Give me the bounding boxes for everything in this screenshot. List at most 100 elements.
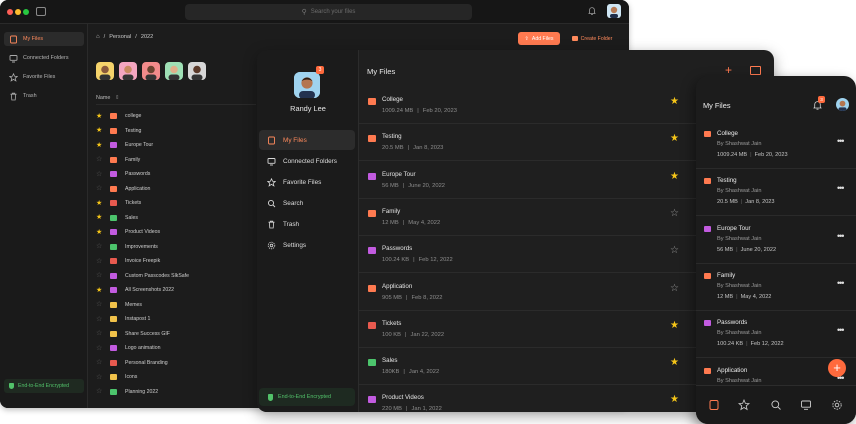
- more-options-icon[interactable]: •••: [837, 325, 845, 335]
- sidebar-item-my-files[interactable]: My Files: [259, 130, 355, 150]
- shared-user-avatar[interactable]: [96, 62, 114, 80]
- shared-user-avatar[interactable]: [142, 62, 160, 80]
- star-icon[interactable]: ★: [96, 200, 105, 207]
- star-icon[interactable]: ☆: [96, 258, 105, 265]
- nav-search-icon[interactable]: [770, 399, 782, 411]
- star-icon[interactable]: ☆: [96, 185, 105, 192]
- table-row[interactable]: ★ Europe Tour: [96, 138, 256, 152]
- shared-user-avatar[interactable]: [188, 62, 206, 80]
- star-icon[interactable]: ☆: [96, 345, 105, 352]
- more-options-icon[interactable]: •••: [837, 278, 845, 288]
- star-icon[interactable]: ★: [96, 229, 105, 236]
- table-row[interactable]: ☆ Memes: [96, 298, 256, 312]
- more-options-icon[interactable]: •••: [837, 231, 845, 241]
- table-row[interactable]: ★ college: [96, 109, 256, 123]
- star-icon[interactable]: ☆: [96, 243, 105, 250]
- star-icon[interactable]: ★: [670, 97, 679, 107]
- star-icon[interactable]: ★: [96, 127, 105, 134]
- column-header-name[interactable]: Name ⇕: [96, 95, 119, 101]
- table-row[interactable]: ★ All Screenshots 2022: [96, 283, 256, 297]
- table-row[interactable]: ★ Product Videos: [96, 225, 256, 239]
- table-row[interactable]: ☆ Personal Branding: [96, 356, 256, 370]
- sidebar-item-connected-folders[interactable]: Connected Folders: [259, 151, 355, 171]
- star-icon[interactable]: ☆: [96, 316, 105, 323]
- star-icon[interactable]: ★: [670, 171, 679, 182]
- sidebar-item-favorite-files[interactable]: Favorite Files: [259, 172, 355, 192]
- table-row[interactable]: ☆ Logo animation: [96, 341, 256, 355]
- nav-files-icon[interactable]: [708, 399, 720, 411]
- maximize-window-dot[interactable]: [23, 9, 29, 15]
- shared-user-avatar[interactable]: [119, 62, 137, 80]
- star-icon[interactable]: ★: [670, 134, 679, 144]
- list-item[interactable]: Passwords By Shashwat Jain 100.24 KB | Feb 1…: [696, 311, 856, 359]
- list-item[interactable]: Family By Shashwat Jain 12 MB | May 4, 2022 •…: [696, 264, 856, 311]
- star-icon[interactable]: ☆: [96, 374, 105, 381]
- star-icon[interactable]: ★: [670, 320, 679, 331]
- avatar[interactable]: [607, 4, 621, 18]
- list-item[interactable]: Testing By Shashwat Jain 20.5 MB | Jan 8, 20…: [696, 169, 856, 217]
- add-fab-button[interactable]: +: [828, 359, 846, 377]
- table-row[interactable]: ★ Testing: [96, 124, 256, 138]
- table-row[interactable]: ★ Sales: [96, 211, 256, 225]
- bottom-nav: [696, 385, 856, 424]
- search-bar[interactable]: ⚲ Search your files: [185, 4, 472, 20]
- table-row[interactable]: ☆ Custom Passcodes SlkSafe: [96, 269, 256, 283]
- table-row[interactable]: ☆ Application: [96, 182, 256, 196]
- table-row[interactable]: ☆ Passwords: [96, 167, 256, 181]
- profile-avatar[interactable]: [294, 72, 320, 98]
- star-icon[interactable]: ★: [670, 358, 679, 368]
- sidebar-item-trash[interactable]: Trash: [259, 214, 355, 234]
- table-row[interactable]: ☆ Improvements: [96, 240, 256, 254]
- sidebar-item-search[interactable]: Search: [259, 193, 355, 213]
- close-window-dot[interactable]: [7, 9, 13, 15]
- add-files-button[interactable]: ⇧ Add Files: [518, 32, 560, 45]
- star-icon[interactable]: ☆: [670, 208, 679, 219]
- minimize-window-dot[interactable]: [15, 9, 21, 15]
- nav-star-icon[interactable]: [738, 399, 750, 411]
- table-row[interactable]: ☆ Family: [96, 153, 256, 167]
- sidebar-item-connected-folders[interactable]: Connected Folders: [4, 51, 84, 65]
- star-icon[interactable]: ★: [670, 395, 679, 405]
- star-icon[interactable]: ★: [96, 142, 105, 149]
- list-item[interactable]: Europe Tour By Shashwat Jain 56 MB | June 20…: [696, 217, 856, 264]
- list-item[interactable]: College By Shashwat Jain 1009.24 MB | Feb 20…: [696, 122, 856, 169]
- breadcrumb-root[interactable]: Personal: [109, 34, 131, 40]
- sidebar-item-favorite-files[interactable]: Favorite Files: [4, 70, 84, 84]
- sidebar-toggle-icon[interactable]: [36, 7, 46, 16]
- star-icon[interactable]: ☆: [96, 156, 105, 163]
- nav-gear-icon[interactable]: [831, 399, 843, 411]
- sidebar-item-my-files[interactable]: My Files: [4, 32, 84, 46]
- star-icon[interactable]: ★: [96, 113, 105, 120]
- table-row[interactable]: ☆ Icons: [96, 370, 256, 384]
- star-icon[interactable]: ☆: [96, 171, 105, 178]
- table-row[interactable]: ☆ Planning 2022: [96, 385, 256, 399]
- image-icon: [110, 374, 117, 380]
- star-icon[interactable]: ★: [96, 214, 105, 221]
- more-options-icon[interactable]: •••: [837, 136, 845, 146]
- sidebar-item-settings[interactable]: Settings: [259, 235, 355, 255]
- star-icon[interactable]: ☆: [670, 246, 679, 256]
- star-icon[interactable]: ☆: [96, 330, 105, 337]
- star-icon[interactable]: ☆: [96, 359, 105, 366]
- sidebar-item-trash[interactable]: Trash: [4, 89, 84, 103]
- folder-plus-icon[interactable]: [750, 66, 761, 75]
- create-folder-button[interactable]: Create Folder: [566, 32, 618, 45]
- star-icon[interactable]: ☆: [96, 301, 105, 308]
- table-row[interactable]: ★ Tickets: [96, 196, 256, 210]
- file-name: College: [717, 130, 738, 137]
- nav-monitor-icon[interactable]: [800, 399, 812, 411]
- user-name: Randy Lee: [290, 104, 326, 113]
- star-icon[interactable]: ☆: [96, 388, 105, 395]
- table-row[interactable]: ☆ Invoice Freepik: [96, 254, 256, 268]
- star-icon[interactable]: ☆: [670, 283, 679, 294]
- table-row[interactable]: ☆ Instapost 1: [96, 312, 256, 326]
- home-icon[interactable]: ⌂: [96, 34, 100, 40]
- table-row[interactable]: ☆ Share Success GIF: [96, 327, 256, 341]
- shared-user-avatar[interactable]: [165, 62, 183, 80]
- bell-icon[interactable]: [588, 6, 596, 16]
- add-icon[interactable]: +: [725, 64, 732, 76]
- star-icon[interactable]: ☆: [96, 272, 105, 279]
- star-icon[interactable]: ★: [96, 287, 105, 294]
- more-options-icon[interactable]: •••: [837, 183, 845, 193]
- avatar[interactable]: [836, 98, 849, 111]
